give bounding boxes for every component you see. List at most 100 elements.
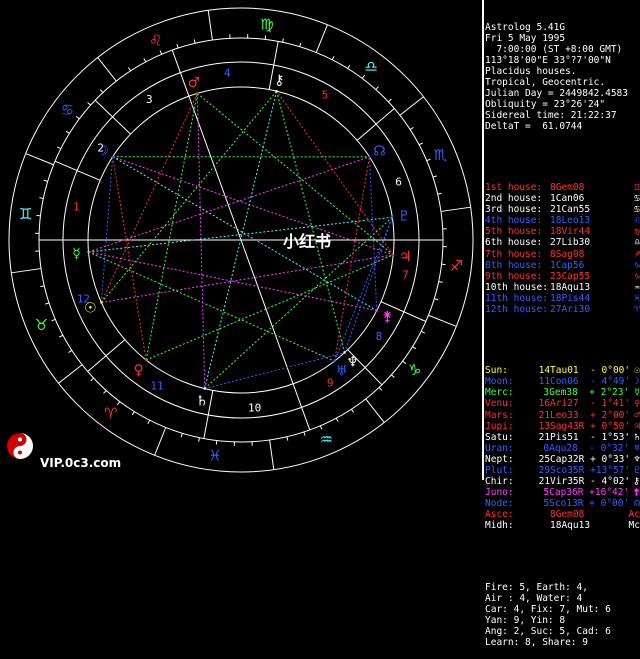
planet-marker — [100, 301, 102, 303]
planet-glyph-icon: ♂ — [188, 75, 201, 91]
planets-value: 21Vir35R - 4°02' — [539, 476, 631, 487]
house-number: 8 — [376, 330, 383, 343]
panel-divider — [482, 0, 484, 480]
planets-label: Nept: — [485, 454, 539, 465]
summary-line: Ang: 2, Suc: 5, Cad: 6 — [485, 626, 640, 637]
chart-header: Astrolog 5.41GFri 5 May 1995 7:00:00 (ST… — [485, 22, 640, 132]
sign-boundary — [98, 58, 117, 82]
house-number: 4 — [224, 67, 231, 80]
houses-label: 11th house: — [485, 293, 550, 304]
houses-value: 18Pis44 — [550, 293, 628, 304]
houses-row: 3rd house:21Can55♋ — [485, 204, 640, 215]
sign-boundary — [366, 399, 385, 423]
houses-row: 2nd house:1Can06♋ — [485, 193, 640, 204]
planets-row: Mars:21Leo33 + 2°00'♂ — [485, 410, 640, 421]
aspect-line — [101, 157, 112, 303]
degree-tick — [144, 58, 146, 62]
house-cusp-list: 1st house:8Gem08♊2nd house:1Can06♋3rd ho… — [485, 182, 640, 315]
sign-boundary — [11, 269, 41, 273]
degree-tick — [76, 116, 79, 118]
degree-tick — [300, 43, 301, 47]
planets-row: Jupi:13Sag43R + 0°50'♃ — [485, 421, 640, 432]
element-summary: Fire: 5, Earth: 4,Air : 4, Water: 4Car: … — [485, 582, 640, 648]
sign-boundary — [316, 25, 327, 53]
planets-row: Midh:18Aqu13Mc — [485, 520, 640, 531]
planets-glyph-icon: ♅ — [629, 443, 640, 454]
houses-label: 6th house: — [485, 237, 550, 248]
degree-tick — [66, 131, 69, 133]
degree-tick — [57, 147, 61, 149]
planets-glyph-icon: ♂ — [630, 410, 640, 421]
planet-marker — [204, 387, 206, 389]
zodiac-sign-icon: ♌ — [149, 31, 162, 49]
degree-tick — [59, 335, 63, 337]
planet-position-list: Sun:14Tau01 - 0°00'☉Moon:11Con06 - 4°49'… — [485, 365, 640, 531]
degree-tick — [44, 180, 48, 181]
planet-marker — [111, 156, 113, 158]
degree-tick — [194, 39, 195, 43]
planets-glyph-icon: ☉ — [630, 365, 640, 376]
summary-line: Fire: 5, Earth: 4, — [485, 582, 640, 593]
aspect-line — [205, 353, 345, 389]
planet-glyph-icon: ♀ — [134, 362, 144, 378]
planets-glyph-icon: ⚷ — [630, 476, 640, 487]
summary-line: Air : 4, Water: 4 — [485, 593, 640, 604]
houses-value: 8Sag08 — [550, 249, 628, 260]
degree-tick — [148, 420, 150, 424]
houses-row: 11th house:18Pis44♓ — [485, 293, 640, 304]
house-number: 6 — [395, 176, 402, 189]
houses-value: 27Lib30 — [550, 237, 628, 248]
degree-tick — [376, 87, 379, 90]
houses-row: 4th house:18Leo13♌ — [485, 215, 640, 226]
header-line: Tropical, Geocentric. — [485, 77, 640, 88]
zodiac-sign-icon: ♊ — [19, 205, 32, 223]
aspect-line — [101, 255, 393, 303]
planets-label: Juno: — [485, 487, 543, 498]
degree-tick — [348, 65, 350, 68]
planets-row: Sun:14Tau01 - 0°00'☉ — [485, 365, 640, 376]
planets-row: Node:5Sco13R + 0°00'☊ — [485, 498, 640, 509]
planets-label: Satu: — [485, 432, 539, 443]
header-line: Astrolog 5.41G — [485, 22, 640, 33]
planets-label: Merc: — [485, 387, 543, 398]
planets-label: Mars: — [485, 410, 539, 421]
planets-glyph-icon: ♄ — [630, 432, 640, 443]
house-number: 3 — [146, 93, 153, 106]
degree-tick — [39, 198, 43, 199]
zodiac-sign-icon: ♑ — [408, 361, 421, 379]
houses-row: 10th house:18Aqu13♒ — [485, 282, 640, 293]
planets-glyph-icon: ♇ — [630, 465, 640, 476]
houses-label: 10th house: — [485, 282, 550, 293]
degree-tick — [433, 176, 437, 177]
degree-tick — [419, 143, 423, 145]
house-number: 7 — [402, 269, 409, 282]
sign-boundary — [270, 440, 274, 470]
planets-value: 0Aqu28 - 0°32' — [543, 443, 629, 454]
planets-row: Chir:21Vir35R - 4°02'⚷ — [485, 476, 640, 487]
degree-tick — [434, 299, 438, 300]
house-number: 10 — [248, 401, 261, 414]
planets-glyph-icon: ☿ — [629, 387, 640, 398]
houses-value: 18Aqu13 — [550, 282, 628, 293]
planet-marker — [87, 251, 89, 253]
degree-tick — [332, 56, 334, 60]
degree-tick — [388, 99, 391, 102]
planet-glyph-icon: ⚵ — [382, 309, 392, 325]
houses-glyph-icon: ♌ — [628, 215, 640, 226]
house-cusp-line — [88, 340, 125, 372]
planet-marker — [392, 254, 394, 256]
planets-label: Moon: — [485, 376, 539, 387]
center-watermark: 小红书 — [283, 228, 331, 252]
houses-value: 1Can06 — [550, 193, 628, 204]
degree-tick — [52, 319, 56, 321]
house-number: 5 — [322, 88, 329, 101]
houses-value: 8Gem08 — [550, 182, 628, 193]
aspect-line — [88, 217, 392, 252]
planets-label: Uran: — [485, 443, 543, 454]
planets-label: Asce: — [485, 509, 550, 520]
planets-value: 21Leo33 + 2°00' — [539, 410, 631, 421]
houses-value: 21Can55 — [550, 204, 628, 215]
planets-value: 14Tau01 - 0°00' — [539, 365, 631, 376]
planets-value: 11Con06 - 4°49' — [539, 376, 631, 387]
chart-wheel: ♈♉♊♋♌♍♎♏♐♑♒♓123456789101112☉☽☿♀♂♃♄♅♆♇⚷⚵☊ — [0, 0, 482, 480]
